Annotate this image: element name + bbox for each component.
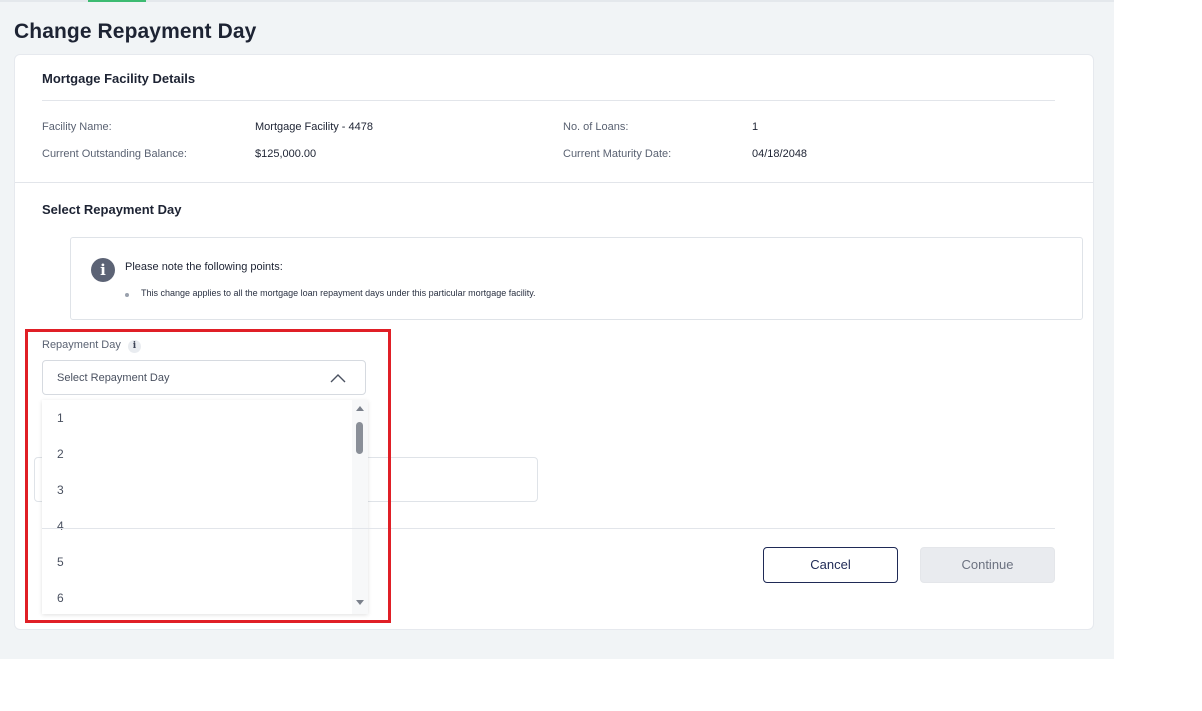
highlight-annotation-box [25, 329, 391, 623]
page-title: Change Repayment Day [14, 20, 257, 43]
balance-value: $125,000.00 [255, 148, 317, 160]
facility-name-value: Mortgage Facility - 4478 [255, 121, 373, 133]
note-title: Please note the following points: [125, 261, 283, 273]
repayment-section-title: Select Repayment Day [42, 202, 182, 217]
active-tab-indicator [88, 0, 146, 2]
facility-section-title: Mortgage Facility Details [42, 71, 196, 86]
maturity-date-label: Current Maturity Date: [563, 148, 672, 160]
facility-title-divider [42, 100, 1055, 101]
section-divider [15, 182, 1093, 183]
info-icon: i [91, 258, 115, 282]
balance-label: Current Outstanding Balance: [42, 148, 187, 160]
continue-button[interactable]: Continue [920, 547, 1055, 583]
loans-count-value: 1 [752, 121, 759, 133]
loans-count-label: No. of Loans: [563, 121, 629, 133]
note-point: This change applies to all the mortgage … [141, 288, 536, 298]
maturity-date-value: 04/18/2048 [752, 148, 808, 160]
cancel-button[interactable]: Cancel [763, 547, 898, 583]
facility-name-label: Facility Name: [42, 121, 112, 133]
top-divider [0, 0, 1114, 2]
bullet-icon [125, 293, 129, 297]
note-box: i Please note the following points: This… [70, 237, 1083, 320]
